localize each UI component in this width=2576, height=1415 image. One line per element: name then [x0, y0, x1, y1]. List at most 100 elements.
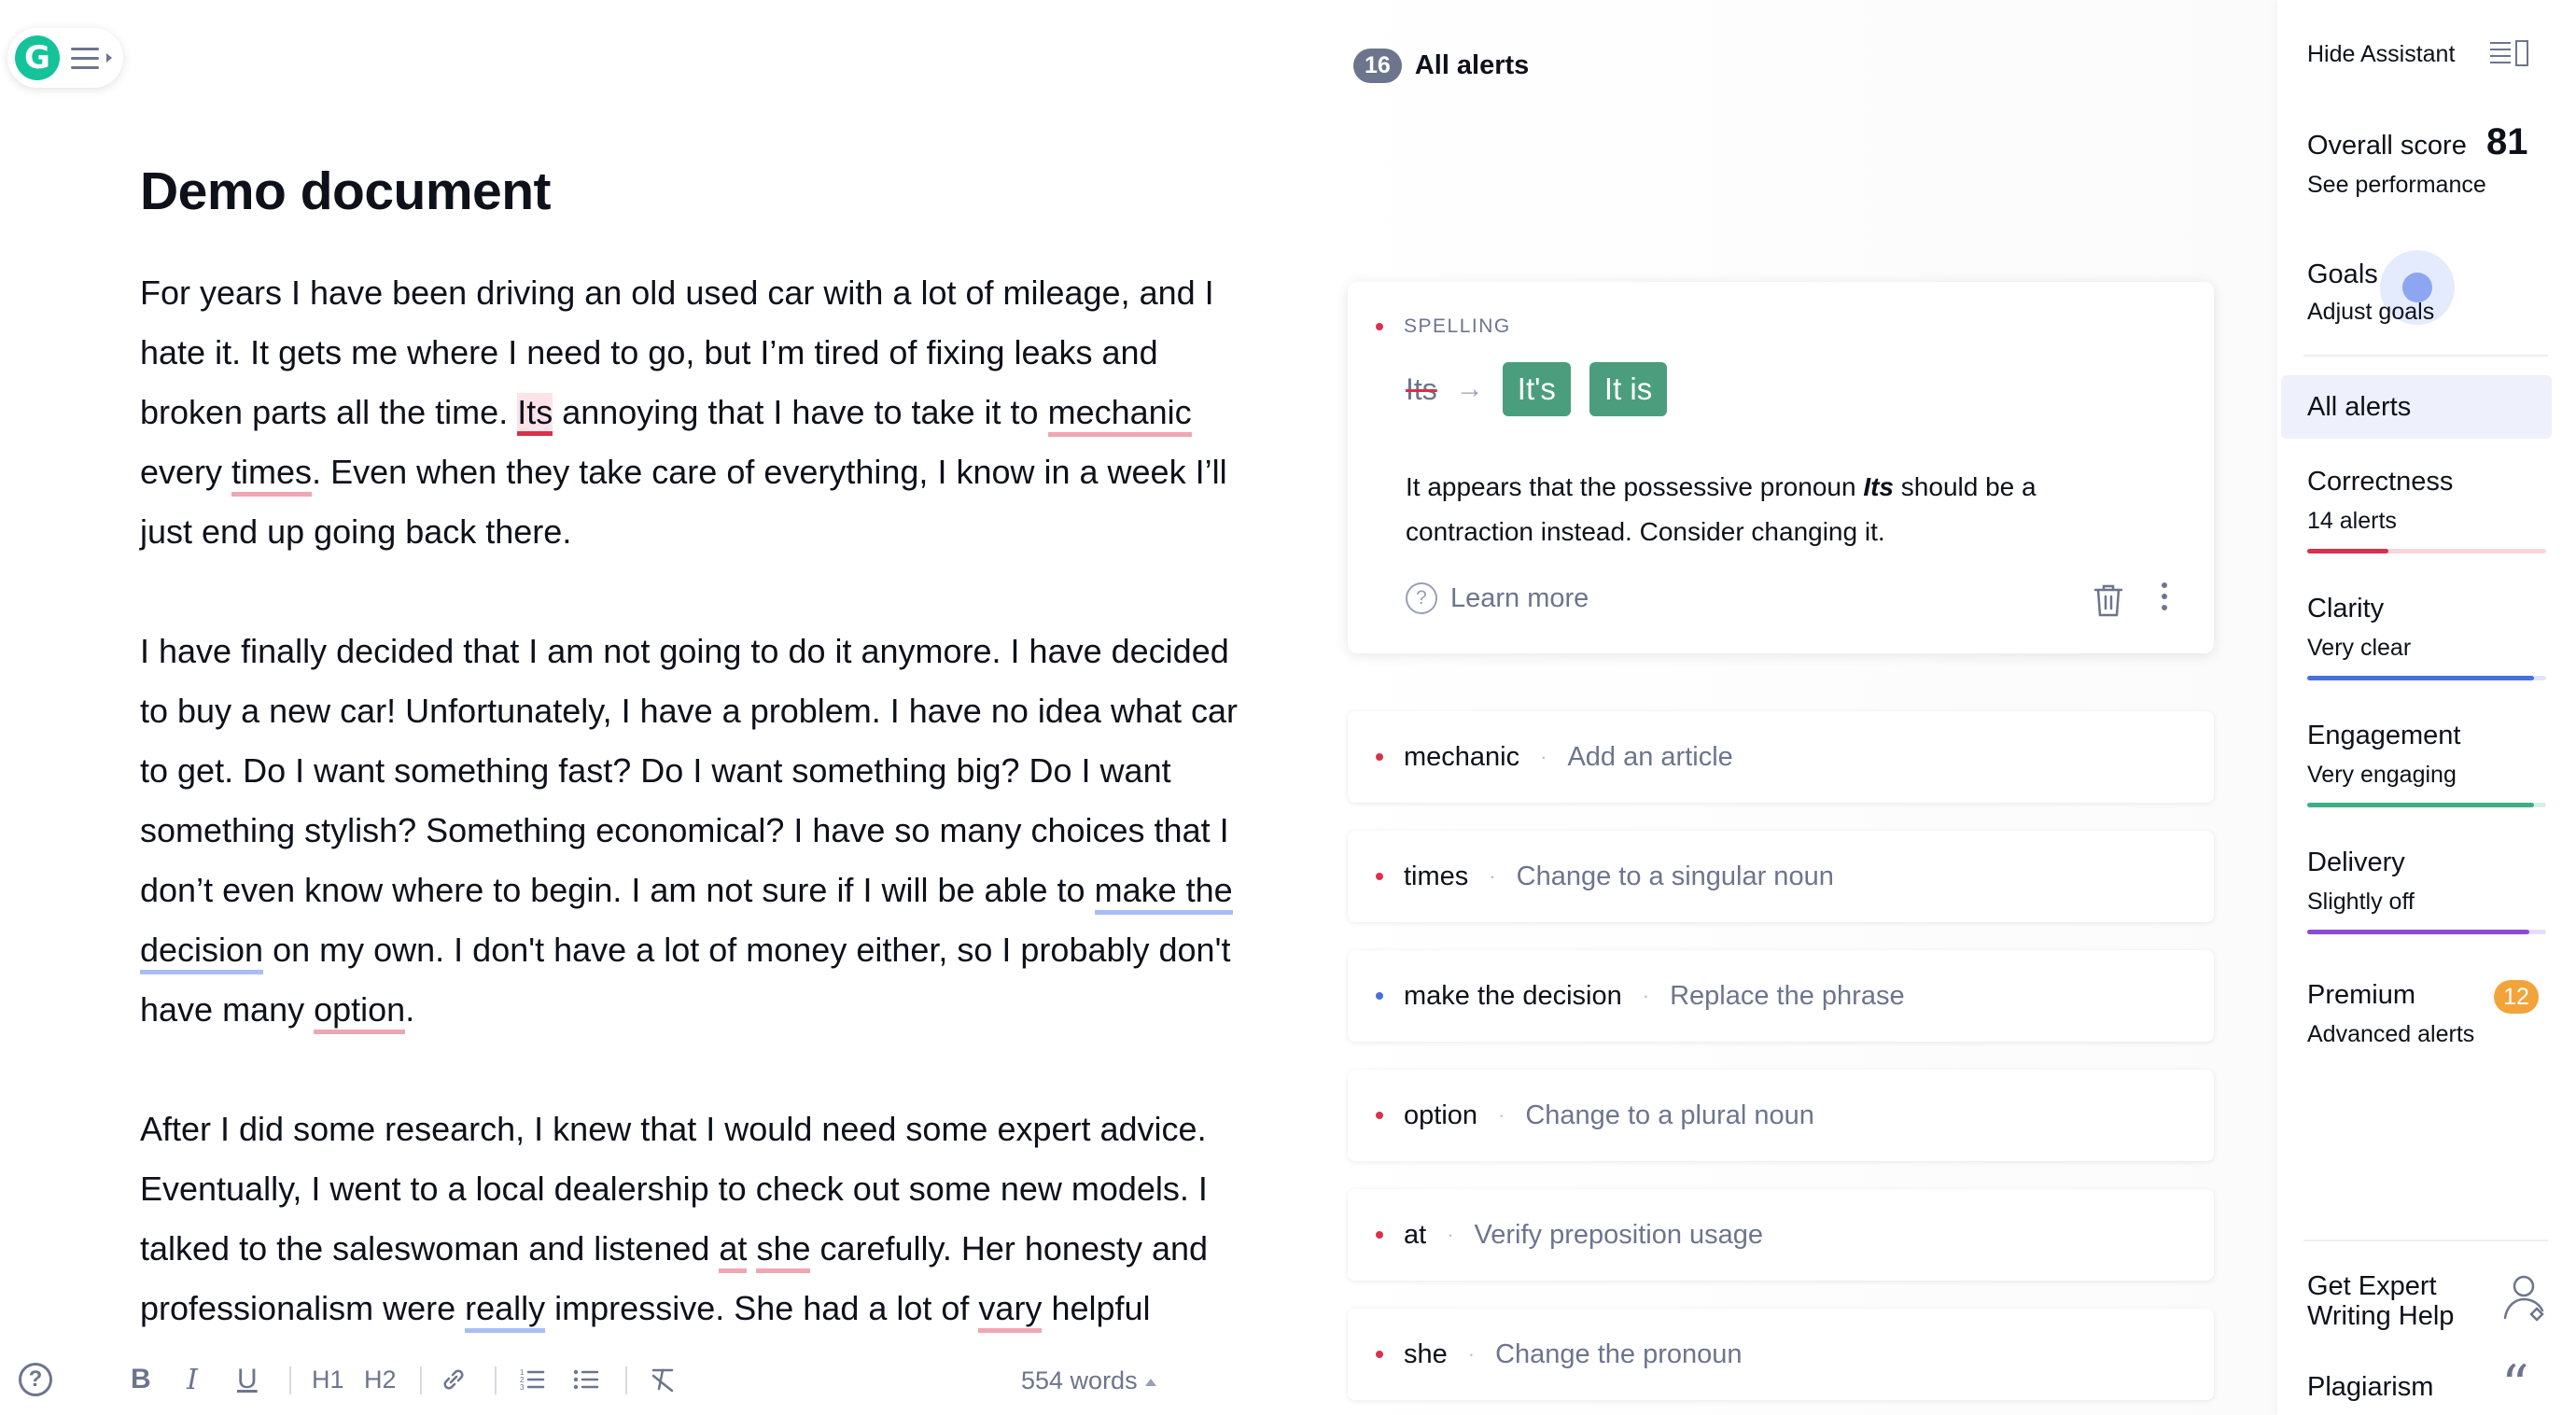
- document-title[interactable]: Demo document: [140, 161, 552, 222]
- plagiarism-link[interactable]: Plagiarism: [2307, 1372, 2433, 1403]
- text-run: annoying that I have to take it to: [553, 393, 1048, 431]
- learn-more-link[interactable]: ? Learn more: [1406, 582, 1589, 614]
- alert-word: make the decision: [1404, 980, 1622, 1011]
- learn-more-label: Learn more: [1450, 582, 1589, 613]
- emphasized-word: Its: [1863, 472, 1895, 501]
- editor-pane: G Demo document For years I have been dr…: [0, 0, 1307, 1415]
- hamburger-icon: [71, 47, 99, 69]
- expert-person-icon[interactable]: [2499, 1271, 2548, 1326]
- toolbar-divider: [289, 1366, 291, 1394]
- premium-count-badge: 12: [2494, 980, 2539, 1014]
- sidebar-item-premium[interactable]: Premium: [2307, 980, 2415, 1011]
- category-subtitle: Slightly off: [2307, 889, 2415, 915]
- bulleted-list-icon[interactable]: [571, 1361, 601, 1398]
- text-run: I have finally decided that I am not goi…: [140, 632, 1238, 909]
- category-progress-fill: [2307, 549, 2388, 553]
- alert-explanation: It appears that the possessive pronoun I…: [1406, 465, 2078, 554]
- see-performance-link[interactable]: See performance: [2307, 172, 2486, 199]
- status-dot: [1376, 1351, 1383, 1358]
- suggestion-button[interactable]: It is: [1589, 362, 1668, 416]
- formatting-toolbar: ? B I U H1 H2 123 554 words: [0, 1344, 1307, 1415]
- sidebar-divider: [2303, 355, 2548, 357]
- alert-category: SPELLING: [1376, 315, 1511, 338]
- help-icon[interactable]: ?: [19, 1363, 52, 1396]
- expert-help-link[interactable]: Get Expert Writing Help: [2307, 1271, 2485, 1331]
- paragraph[interactable]: For years I have been driving an old use…: [140, 263, 1260, 562]
- error-underline[interactable]: mechanic: [1047, 393, 1192, 437]
- sidebar-item-correctness[interactable]: Correctness: [2307, 467, 2453, 497]
- sidebar-item-label: All alerts: [2307, 392, 2412, 422]
- category-subtitle: Very clear: [2307, 635, 2412, 661]
- error-underline[interactable]: at: [719, 1229, 748, 1273]
- error-underline[interactable]: she: [756, 1229, 811, 1273]
- alert-word: option: [1404, 1100, 1478, 1130]
- category-subtitle: Very engaging: [2307, 762, 2457, 788]
- app-root: G Demo document For years I have been dr…: [0, 0, 2576, 1415]
- alert-word: she: [1404, 1338, 1448, 1369]
- quote-icon[interactable]: “: [2501, 1358, 2529, 1412]
- status-dot: [1376, 1231, 1383, 1239]
- heading2-button[interactable]: H2: [364, 1361, 397, 1398]
- paragraph[interactable]: After I did some research, I knew that I…: [140, 1100, 1260, 1338]
- more-vertical-icon[interactable]: [2162, 582, 2167, 610]
- underline-button[interactable]: U: [237, 1361, 258, 1398]
- status-dot: [1376, 753, 1383, 761]
- alert-card[interactable]: option · Change to a plural noun: [1348, 1070, 2214, 1161]
- alert-card[interactable]: mechanic · Add an article: [1348, 711, 2214, 803]
- goals-label[interactable]: Goals: [2307, 259, 2378, 290]
- sidebar-item-engagement[interactable]: Engagement: [2307, 721, 2460, 751]
- alert-card[interactable]: at · Verify preposition usage: [1348, 1189, 2214, 1281]
- error-underline[interactable]: times: [231, 453, 313, 497]
- italic-button[interactable]: I: [187, 1361, 198, 1398]
- assistant-sidebar: [2277, 0, 2576, 1415]
- numbered-list-icon[interactable]: 123: [517, 1361, 547, 1398]
- question-circle-icon: ?: [1406, 582, 1437, 614]
- svg-text:3: 3: [520, 1383, 525, 1392]
- heading1-button[interactable]: H1: [312, 1361, 344, 1398]
- category-subtitle: 14 alerts: [2307, 508, 2397, 534]
- toolbar-divider: [625, 1366, 627, 1394]
- grammarly-menu-button[interactable]: G: [7, 28, 123, 88]
- trash-icon[interactable]: [2093, 582, 2124, 623]
- error-underline[interactable]: option: [314, 990, 406, 1034]
- category-label: SPELLING: [1404, 315, 1511, 337]
- text-run: every: [140, 453, 232, 491]
- separator-dot: ·: [1642, 984, 1650, 1007]
- category-progress-fill: [2307, 930, 2529, 934]
- text-run: [747, 1229, 756, 1268]
- clarity-underline[interactable]: really: [465, 1289, 546, 1333]
- word-count[interactable]: 554 words: [1021, 1366, 1156, 1395]
- document-body[interactable]: For years I have been driving an old use…: [140, 263, 1260, 1398]
- overall-score-label[interactable]: Overall score: [2307, 131, 2467, 161]
- hide-assistant-button[interactable]: Hide Assistant: [2307, 41, 2455, 68]
- alert-count-badge: 16: [1353, 49, 1402, 83]
- text-run: helpful: [1042, 1289, 1151, 1327]
- alert-card[interactable]: times · Change to a singular noun: [1348, 831, 2214, 922]
- sidebar-item-delivery[interactable]: Delivery: [2307, 848, 2405, 878]
- error-underline[interactable]: vary: [978, 1289, 1043, 1333]
- alert-card[interactable]: make the decision · Replace the phrase: [1348, 950, 2214, 1042]
- alert-description: Replace the phrase: [1670, 980, 1905, 1011]
- sidebar-item-clarity[interactable]: Clarity: [2307, 594, 2384, 624]
- alert-word: mechanic: [1404, 741, 1520, 772]
- bold-button[interactable]: B: [131, 1361, 151, 1398]
- panel-toggle-icon[interactable]: [2488, 39, 2529, 67]
- toolbar-divider: [420, 1366, 422, 1394]
- suggestion-button[interactable]: It's: [1502, 362, 1571, 416]
- grammarly-logo-icon: G: [15, 35, 60, 80]
- premium-subtitle: Advanced alerts: [2307, 1021, 2475, 1047]
- link-icon[interactable]: [439, 1361, 469, 1398]
- caret-right-icon: [106, 53, 112, 63]
- alert-word: at: [1404, 1219, 1427, 1250]
- alert-card[interactable]: she · Change the pronoun: [1348, 1309, 2214, 1400]
- clear-formatting-icon[interactable]: [648, 1361, 678, 1398]
- original-word: Its: [1406, 371, 1437, 406]
- paragraph[interactable]: I have finally decided that I am not goi…: [140, 622, 1260, 1040]
- alert-word: times: [1404, 861, 1469, 891]
- separator-dot: ·: [1489, 864, 1496, 888]
- adjust-goals-link[interactable]: Adjust goals: [2307, 299, 2434, 326]
- alert-description: Change to a plural noun: [1525, 1100, 1814, 1130]
- separator-dot: ·: [1447, 1223, 1454, 1246]
- error-highlight-active[interactable]: Its: [517, 393, 553, 436]
- active-alert-card[interactable]: SPELLING Its → It's It is It appears tha…: [1348, 282, 2214, 653]
